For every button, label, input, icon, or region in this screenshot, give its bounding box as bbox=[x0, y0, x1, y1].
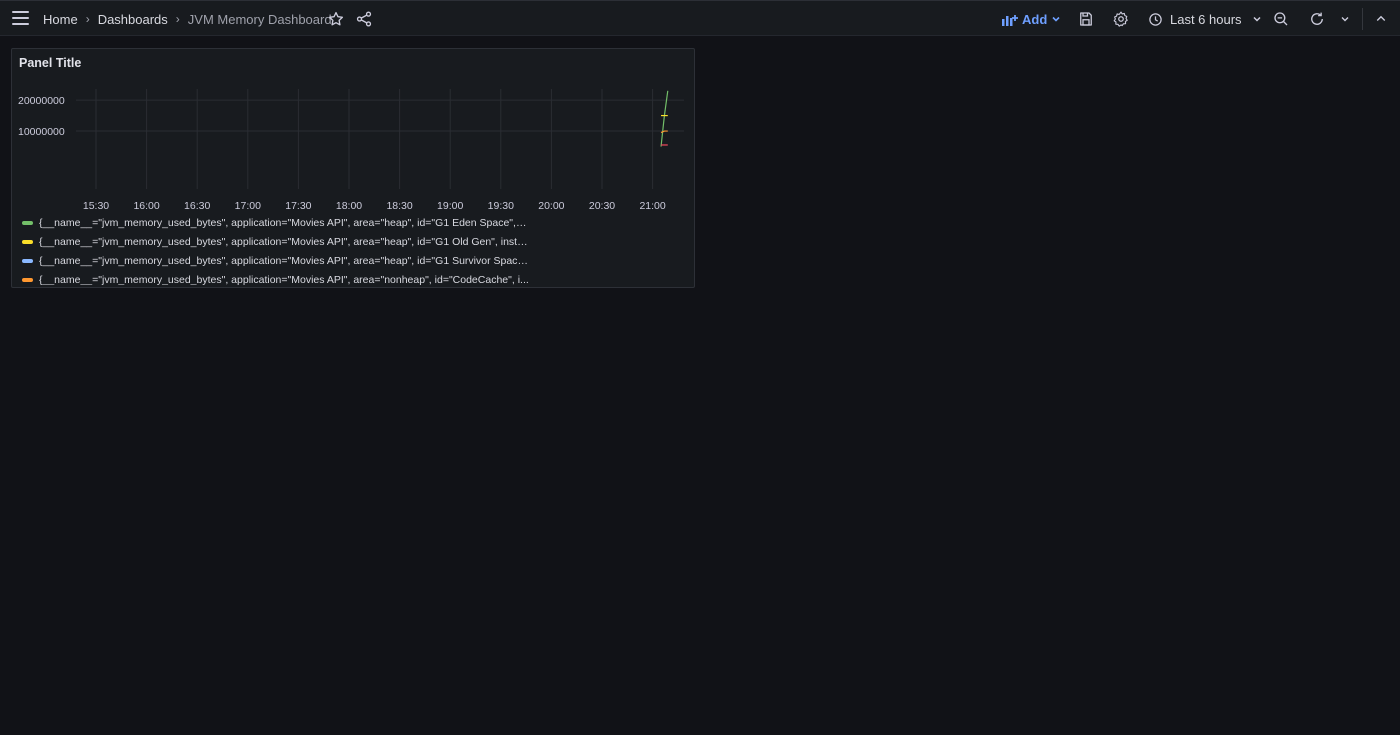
breadcrumb-dashboards[interactable]: Dashboards bbox=[98, 12, 168, 27]
save-icon[interactable] bbox=[1077, 10, 1095, 28]
page-title: JVM Memory Dashboard bbox=[187, 11, 332, 27]
add-button-label: Add bbox=[1022, 11, 1048, 27]
menu-icon[interactable] bbox=[12, 11, 29, 25]
x-tick-label: 21:00 bbox=[639, 200, 665, 212]
x-tick-label: 16:30 bbox=[184, 200, 210, 212]
legend-item[interactable]: {__name__="jvm_memory_used_bytes", appli… bbox=[22, 213, 682, 232]
legend-label: {__name__="jvm_memory_used_bytes", appli… bbox=[39, 254, 529, 267]
legend-label: {__name__="jvm_memory_used_bytes", appli… bbox=[39, 273, 529, 286]
x-tick-label: 20:00 bbox=[538, 200, 564, 212]
legend-item[interactable]: {__name__="jvm_memory_used_bytes", appli… bbox=[22, 232, 682, 251]
chevron-up-icon[interactable] bbox=[1372, 10, 1390, 28]
x-tick-label: 15:30 bbox=[83, 200, 109, 212]
zoom-out-icon[interactable] bbox=[1272, 10, 1290, 28]
chevron-down-icon bbox=[1052, 16, 1060, 22]
panel-title[interactable]: Panel Title bbox=[19, 56, 81, 70]
time-range-label: Last 6 hours bbox=[1170, 11, 1242, 27]
series-line bbox=[660, 90, 669, 147]
x-tick-label: 17:30 bbox=[285, 200, 311, 212]
time-range-picker[interactable]: Last 6 hours bbox=[1148, 9, 1262, 29]
breadcrumb-separator: › bbox=[85, 12, 90, 26]
x-tick-label: 20:30 bbox=[589, 200, 615, 212]
breadcrumb-separator: › bbox=[175, 12, 180, 26]
x-tick-label: 18:00 bbox=[336, 200, 362, 212]
chart-legend: {__name__="jvm_memory_used_bytes", appli… bbox=[22, 213, 682, 285]
y-tick-label: 10000000 bbox=[18, 126, 65, 138]
x-tick-label: 18:30 bbox=[386, 200, 412, 212]
legend-swatch bbox=[22, 220, 33, 225]
legend-swatch bbox=[22, 258, 33, 263]
legend-item[interactable]: {__name__="jvm_memory_used_bytes", appli… bbox=[22, 270, 682, 285]
star-icon[interactable] bbox=[327, 10, 345, 28]
breadcrumb: Home › Dashboards › JVM Memory Dashboard bbox=[43, 1, 332, 37]
clock-icon bbox=[1149, 12, 1162, 26]
toolbar-divider bbox=[1362, 8, 1363, 30]
legend-label: {__name__="jvm_memory_used_bytes", appli… bbox=[39, 235, 529, 248]
add-panel-icon bbox=[1002, 15, 1018, 26]
y-tick-label: 20000000 bbox=[18, 95, 65, 107]
breadcrumb-home[interactable]: Home bbox=[43, 12, 78, 27]
gear-icon[interactable] bbox=[1112, 10, 1130, 28]
legend-swatch bbox=[22, 239, 33, 244]
add-button[interactable]: Add bbox=[1002, 9, 1065, 29]
x-tick-label: 19:30 bbox=[488, 200, 514, 212]
refresh-interval-chevron-down-icon[interactable] bbox=[1336, 10, 1354, 28]
legend-swatch bbox=[22, 277, 33, 282]
share-icon[interactable] bbox=[355, 10, 373, 28]
time-series-panel[interactable]: Panel Title 1000000020000000300000004000… bbox=[11, 48, 695, 288]
memory-chart: 1000000020000000300000004000000015:3016:… bbox=[18, 89, 684, 212]
x-tick-label: 16:00 bbox=[133, 200, 159, 212]
refresh-icon[interactable] bbox=[1308, 10, 1326, 28]
x-tick-label: 17:00 bbox=[235, 200, 261, 212]
legend-item[interactable]: {__name__="jvm_memory_used_bytes", appli… bbox=[22, 251, 682, 270]
top-navbar: Home › Dashboards › JVM Memory Dashboard… bbox=[0, 0, 1400, 36]
chevron-down-icon bbox=[1253, 16, 1261, 22]
x-tick-label: 19:00 bbox=[437, 200, 463, 212]
legend-label: {__name__="jvm_memory_used_bytes", appli… bbox=[39, 216, 529, 229]
